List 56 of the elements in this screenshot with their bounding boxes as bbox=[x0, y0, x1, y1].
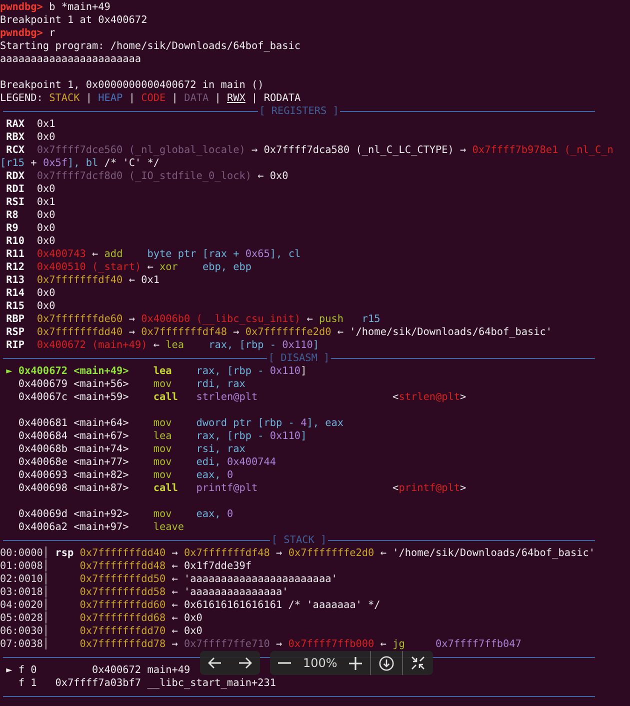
terminal-line: LEGEND: STACK | HEAP | CODE | DATA | RWX | RODATA bbox=[0, 93, 301, 104]
terminal-line: 0x400698 <main+87> call printf@plt <printf@plt> bbox=[17, 483, 466, 494]
terminal-line: RBP 0x7fffffffde60 → 0x4006b0 (__libc_csu_init) ← push r15 bbox=[5, 314, 380, 325]
terminal-line: ► f 0 0x400672 main+49 bbox=[5, 665, 190, 676]
terminal-line: R10 0x0 bbox=[5, 236, 56, 247]
terminal-line: Breakpoint 1, 0x0000000000400672 in main () bbox=[0, 80, 264, 91]
terminal-line: 06:0030│ 0x7fffffffdd70 ← 0x0 bbox=[0, 626, 202, 637]
terminal-line: R9 0x0 bbox=[5, 223, 56, 234]
terminal-line: pwndbg> r bbox=[0, 28, 56, 39]
plus-icon bbox=[349, 656, 362, 670]
terminal-line: aaaaaaaaaaaaaaaaaaaaaaa bbox=[0, 54, 142, 65]
terminal-line: R15 0x0 bbox=[5, 301, 56, 312]
section-title: [ DISASM ] bbox=[267, 352, 331, 365]
terminal-line: RCX 0x7ffff7dce560 (_nl_global_locale) → 0x7ffff7dca580 (_nl_C_LC_CTYPE) → 0x7ffff7b978e1 (_nl_C_n bbox=[5, 145, 614, 156]
terminal-line: R11 0x400743 ← add byte ptr [rax + 0x65], cl bbox=[5, 249, 301, 260]
right-arrow-icon bbox=[238, 657, 252, 669]
terminal-line: 01:0008│ 0x7fffffffdd48 ← 0x1f7dde39f bbox=[0, 561, 252, 572]
terminal-line: RIP 0x400672 (main+49) ← lea rax, [rbp - 0x110] bbox=[5, 340, 319, 351]
terminal-line: 03:0018│ 0x7fffffffdd58 ← 'aaaaaaaaaaaaaaa' bbox=[0, 587, 288, 598]
terminal-line: Breakpoint 1 at 0x400672 bbox=[0, 15, 148, 26]
terminal-line: RBX 0x0 bbox=[5, 132, 56, 143]
terminal-line: R8 0x0 bbox=[5, 210, 56, 221]
terminal-line: RSP 0x7fffffffdd40 → 0x7fffffffdf48 → 0x7fffffffe2d0 ← '/home/sik/Downloads/64bof_basic' bbox=[5, 327, 552, 338]
terminal-line: 07:0038│ 0x7fffffffdd78 → 0x7ffff7ffe710 → 0x7ffff7ffb000 ← jg 0x7ffff7ffb047 bbox=[0, 639, 522, 650]
terminal-line: f 1 0x7ffff7a03bf7 __libc_start_main+231 bbox=[17, 678, 276, 689]
shrink-icon bbox=[411, 656, 426, 670]
terminal-line: 0x400679 <main+56> mov rdi, rax bbox=[17, 379, 246, 390]
download-icon bbox=[379, 656, 394, 670]
terminal-line: 02:0010│ 0x7fffffffdd50 ← 'aaaaaaaaaaaaaaaaaaaaaaa' bbox=[0, 574, 338, 585]
terminal-line: Starting program: /home/sik/Downloads/64bof_basic bbox=[0, 41, 301, 52]
terminal-line: 04:0020│ 0x7fffffffdd60 ← 0x61616161616161 /* 'aaaaaaa' */ bbox=[0, 600, 380, 611]
zoom-level: 100% bbox=[302, 656, 338, 670]
terminal-line: 0x40067c <main+59> call strlen@plt <strlen@plt> bbox=[17, 392, 466, 403]
terminal-line: 00:0000│ rsp 0x7fffffffdd40 → 0x7fffffffdf48 → 0x7fffffffe2d0 ← '/home/sik/Downloads/64bof_basic' bbox=[0, 548, 595, 559]
terminal-line: RAX 0x1 bbox=[5, 119, 56, 130]
terminal-line: R13 0x7fffffffdf40 ← 0x1 bbox=[5, 275, 160, 286]
terminal-line: RDX 0x7ffff7dcf8d0 (_IO_stdfile_0_lock) ← 0x0 bbox=[5, 171, 288, 182]
left-arrow-icon bbox=[208, 657, 222, 669]
section-title: [ STACK ] bbox=[270, 534, 328, 547]
terminal-line: pwndbg> b *main+49 bbox=[0, 2, 110, 13]
terminal-line: 0x40068e <main+77> mov edi, 0x400744 bbox=[17, 457, 276, 468]
terminal-line: 05:0028│ 0x7fffffffdd68 ← 0x0 bbox=[0, 613, 202, 624]
terminal-line: 0x400684 <main+67> lea rax, [rbp - 0x110] bbox=[17, 431, 307, 442]
terminal-line: R12 0x400510 (_start) ← xor ebp, ebp bbox=[5, 262, 252, 273]
terminal-line: 0x400693 <main+82> mov eax, 0 bbox=[17, 470, 234, 481]
terminal-line: 0x400681 <main+64> mov dword ptr [rbp - 4], eax bbox=[17, 418, 344, 429]
terminal-line: RSI 0x1 bbox=[5, 197, 56, 208]
terminal-line: RDI 0x0 bbox=[5, 184, 56, 195]
terminal-line: 0x40068b <main+74> mov rsi, rax bbox=[17, 444, 246, 455]
terminal-line: R14 0x0 bbox=[5, 288, 56, 299]
terminal-line: ► 0x400672 <main+49> lea rax, [rbp - 0x110] bbox=[5, 366, 307, 377]
minus-icon bbox=[278, 662, 291, 664]
terminal-line: 0x4006a2 <main+97> leave bbox=[17, 522, 184, 533]
terminal-line: 0x40069d <main+92> mov eax, 0 bbox=[17, 509, 234, 520]
terminal-line: [r15 + 0x5f], bl /* 'C' */ bbox=[0, 158, 160, 169]
section-title: [ REGISTERS ] bbox=[258, 105, 340, 118]
